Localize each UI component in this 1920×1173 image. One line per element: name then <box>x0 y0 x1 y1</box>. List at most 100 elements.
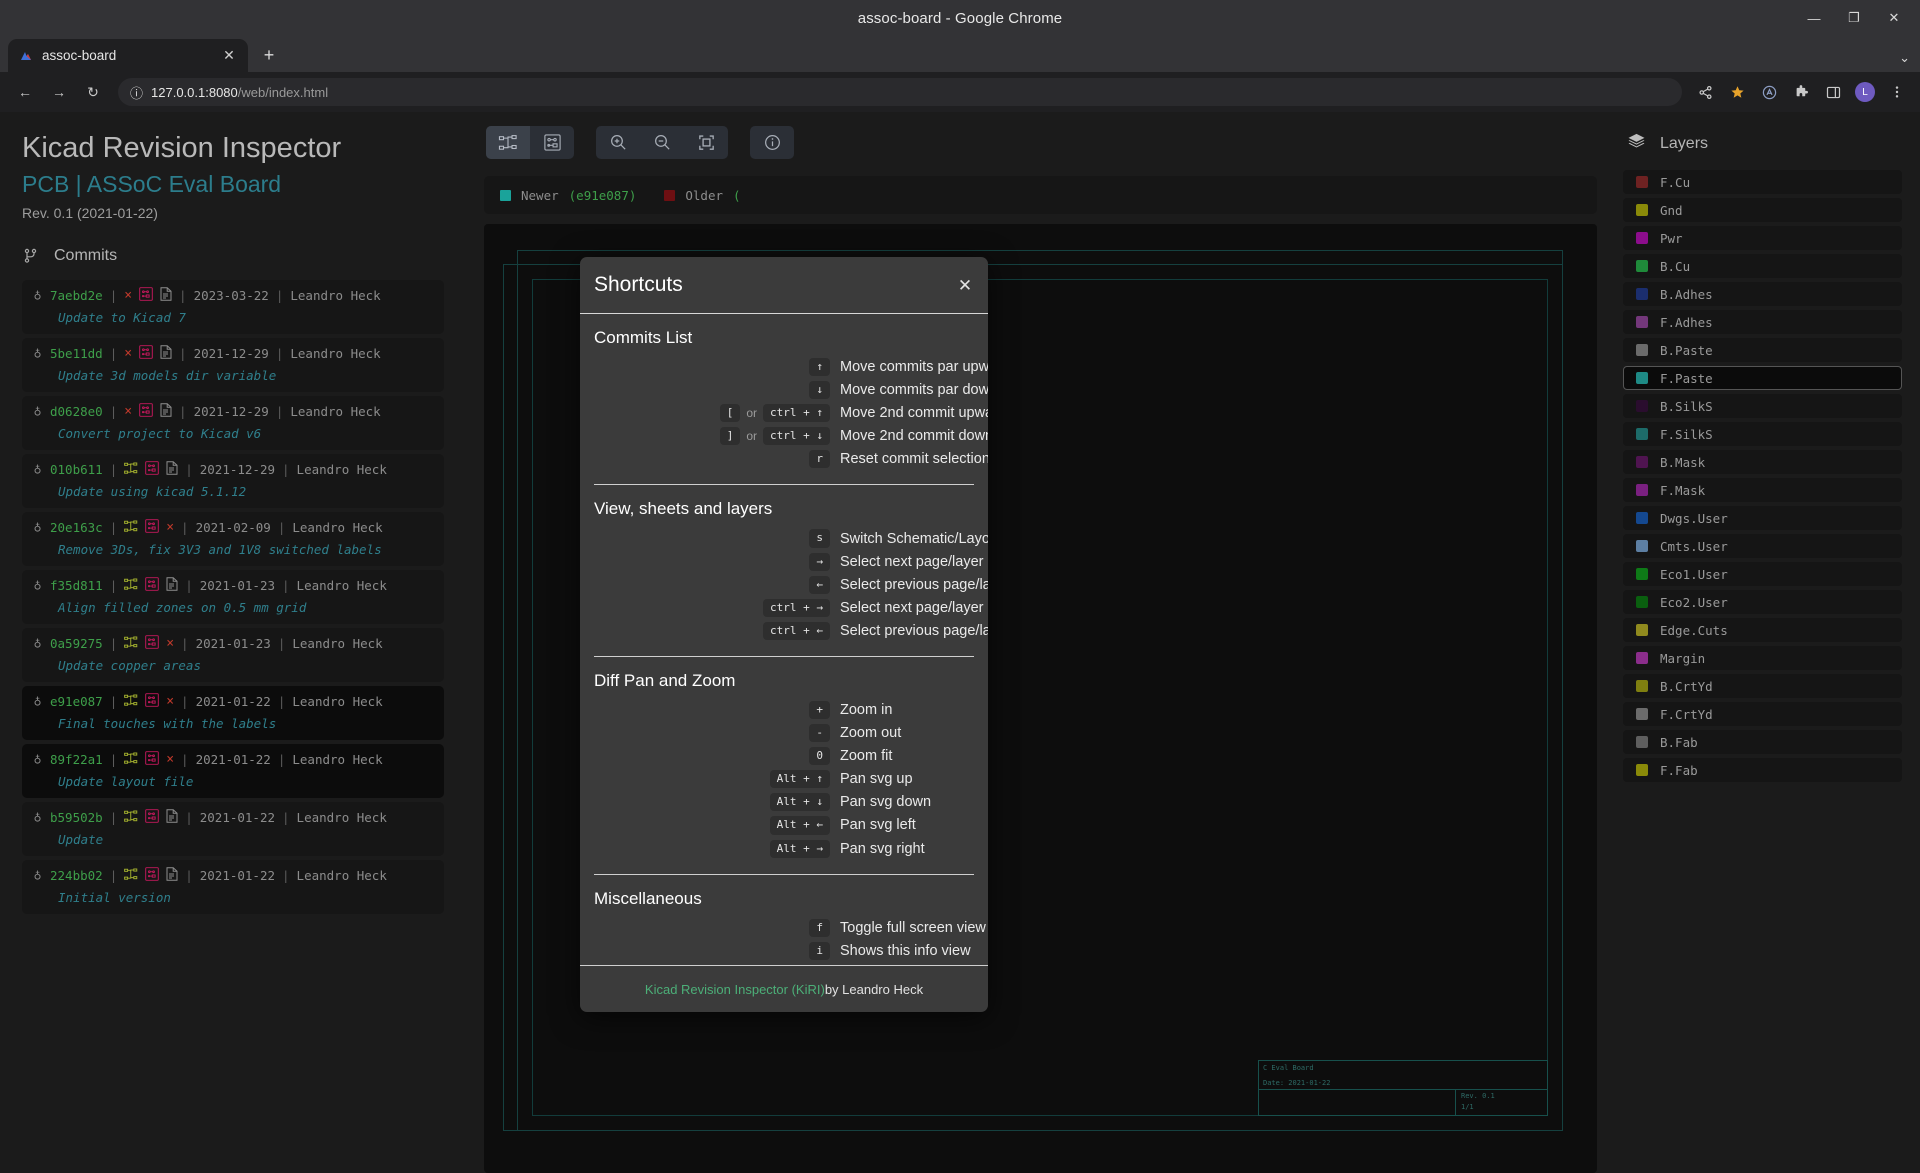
layer-item[interactable]: Gnd <box>1623 198 1902 222</box>
commit-hash[interactable]: 5be11dd <box>50 346 103 361</box>
no-diff-icon[interactable]: × <box>166 521 174 534</box>
schematic-diff-icon[interactable] <box>124 578 138 594</box>
layer-item[interactable]: F.Fab <box>1623 758 1902 782</box>
document-diff-icon[interactable] <box>160 345 172 362</box>
no-diff-icon[interactable]: × <box>124 405 132 418</box>
no-diff-icon[interactable]: × <box>166 637 174 650</box>
layer-item[interactable]: B.Cu <box>1623 254 1902 278</box>
layer-item[interactable]: F.Paste <box>1623 366 1902 390</box>
schematic-diff-icon[interactable] <box>124 694 138 710</box>
side-panel-icon[interactable] <box>1820 79 1846 105</box>
layer-item[interactable]: Cmts.User <box>1623 534 1902 558</box>
schematic-diff-icon[interactable] <box>124 752 138 768</box>
commit-hash[interactable]: f35d811 <box>50 578 103 593</box>
no-diff-icon[interactable]: × <box>124 347 132 360</box>
layer-item[interactable]: B.Paste <box>1623 338 1902 362</box>
tab-close-icon[interactable]: ✕ <box>220 47 238 65</box>
layer-item[interactable]: Margin <box>1623 646 1902 670</box>
schematic-diff-icon[interactable] <box>124 636 138 652</box>
document-diff-icon[interactable] <box>166 461 178 478</box>
menu-icon[interactable] <box>1884 79 1910 105</box>
commit-hash[interactable]: 224bb02 <box>50 868 103 883</box>
site-info-icon[interactable]: ⓘ <box>130 83 143 102</box>
commit-row[interactable]: ♁224bb02| |2021-01-22|Leandro HeckInitia… <box>22 860 444 914</box>
schematic-diff-icon[interactable] <box>124 520 138 536</box>
minimize-button[interactable]: — <box>1794 3 1834 33</box>
layer-item[interactable]: B.CrtYd <box>1623 674 1902 698</box>
layer-item[interactable]: Eco2.User <box>1623 590 1902 614</box>
layer-item[interactable]: F.Mask <box>1623 478 1902 502</box>
address-bar[interactable]: ⓘ 127.0.0.1:8080/web/index.html <box>118 78 1682 106</box>
profile-badge-icon[interactable] <box>1756 79 1782 105</box>
layer-item[interactable]: F.Cu <box>1623 170 1902 194</box>
layout-diff-icon[interactable] <box>145 809 159 826</box>
commit-hash[interactable]: e91e087 <box>50 694 103 709</box>
no-diff-icon[interactable]: × <box>124 289 132 302</box>
layout-diff-icon[interactable] <box>139 287 153 304</box>
layer-item[interactable]: Edge.Cuts <box>1623 618 1902 642</box>
info-button[interactable] <box>750 126 794 159</box>
schematic-view-button[interactable] <box>486 126 530 159</box>
commit-row[interactable]: ♁f35d811| |2021-01-23|Leandro HeckAlign … <box>22 570 444 624</box>
layout-diff-icon[interactable] <box>145 867 159 884</box>
share-icon[interactable] <box>1692 79 1718 105</box>
document-diff-icon[interactable] <box>166 809 178 826</box>
no-diff-icon[interactable]: × <box>166 695 174 708</box>
commit-hash[interactable]: d0628e0 <box>50 404 103 419</box>
commit-row[interactable]: ♁d0628e0|× |2021-12-29|Leandro HeckConve… <box>22 396 444 450</box>
layout-view-button[interactable] <box>530 126 574 159</box>
document-diff-icon[interactable] <box>160 287 172 304</box>
layout-diff-icon[interactable] <box>139 403 153 420</box>
commit-hash[interactable]: 89f22a1 <box>50 752 103 767</box>
layer-item[interactable]: F.Adhes <box>1623 310 1902 334</box>
layout-diff-icon[interactable] <box>139 345 153 362</box>
new-tab-button[interactable]: + <box>254 40 284 70</box>
commit-hash[interactable]: 20e163c <box>50 520 103 535</box>
layer-item[interactable]: B.Mask <box>1623 450 1902 474</box>
commit-row[interactable]: ♁89f22a1| ×|2021-01-22|Leandro HeckUpdat… <box>22 744 444 798</box>
back-icon[interactable]: ← <box>10 77 40 107</box>
schematic-diff-icon[interactable] <box>124 462 138 478</box>
commit-row[interactable]: ♁5be11dd|× |2021-12-29|Leandro HeckUpdat… <box>22 338 444 392</box>
schematic-diff-icon[interactable] <box>124 868 138 884</box>
commit-row[interactable]: ♁010b611| |2021-12-29|Leandro HeckUpdate… <box>22 454 444 508</box>
close-button[interactable]: ✕ <box>1874 3 1914 33</box>
layer-item[interactable]: Dwgs.User <box>1623 506 1902 530</box>
zoom-fit-button[interactable] <box>684 126 728 159</box>
commit-row[interactable]: ♁b59502b| |2021-01-22|Leandro HeckUpdate <box>22 802 444 856</box>
commit-hash[interactable]: 0a59275 <box>50 636 103 651</box>
document-diff-icon[interactable] <box>166 867 178 884</box>
tabstrip-chevron-down-icon[interactable]: ⌄ <box>1899 50 1910 66</box>
layout-diff-icon[interactable] <box>145 751 159 768</box>
close-icon[interactable]: ✕ <box>954 275 976 297</box>
commit-row[interactable]: ♁7aebd2e|× |2023-03-22|Leandro HeckUpdat… <box>22 280 444 334</box>
browser-tab[interactable]: assoc-board ✕ <box>8 39 248 72</box>
layer-item[interactable]: Pwr <box>1623 226 1902 250</box>
layout-diff-icon[interactable] <box>145 635 159 652</box>
bookmark-star-icon[interactable] <box>1724 79 1750 105</box>
zoom-in-button[interactable] <box>596 126 640 159</box>
maximize-button[interactable]: ❐ <box>1834 3 1874 33</box>
reload-icon[interactable]: ↻ <box>78 77 108 107</box>
layer-item[interactable]: B.SilkS <box>1623 394 1902 418</box>
extensions-icon[interactable] <box>1788 79 1814 105</box>
layout-diff-icon[interactable] <box>145 693 159 710</box>
zoom-out-button[interactable] <box>640 126 684 159</box>
layer-item[interactable]: F.SilkS <box>1623 422 1902 446</box>
commit-row[interactable]: ♁e91e087| ×|2021-01-22|Leandro HeckFinal… <box>22 686 444 740</box>
layout-diff-icon[interactable] <box>145 461 159 478</box>
commit-row[interactable]: ♁0a59275| ×|2021-01-23|Leandro HeckUpdat… <box>22 628 444 682</box>
layer-item[interactable]: B.Adhes <box>1623 282 1902 306</box>
no-diff-icon[interactable]: × <box>166 753 174 766</box>
document-diff-icon[interactable] <box>166 577 178 594</box>
commit-row[interactable]: ♁20e163c| ×|2021-02-09|Leandro HeckRemov… <box>22 512 444 566</box>
forward-icon[interactable]: → <box>44 77 74 107</box>
document-diff-icon[interactable] <box>160 403 172 420</box>
layer-item[interactable]: F.CrtYd <box>1623 702 1902 726</box>
commit-hash[interactable]: b59502b <box>50 810 103 825</box>
schematic-diff-icon[interactable] <box>124 810 138 826</box>
commit-hash[interactable]: 010b611 <box>50 462 103 477</box>
layer-item[interactable]: Eco1.User <box>1623 562 1902 586</box>
layout-diff-icon[interactable] <box>145 577 159 594</box>
avatar[interactable]: L <box>1852 79 1878 105</box>
